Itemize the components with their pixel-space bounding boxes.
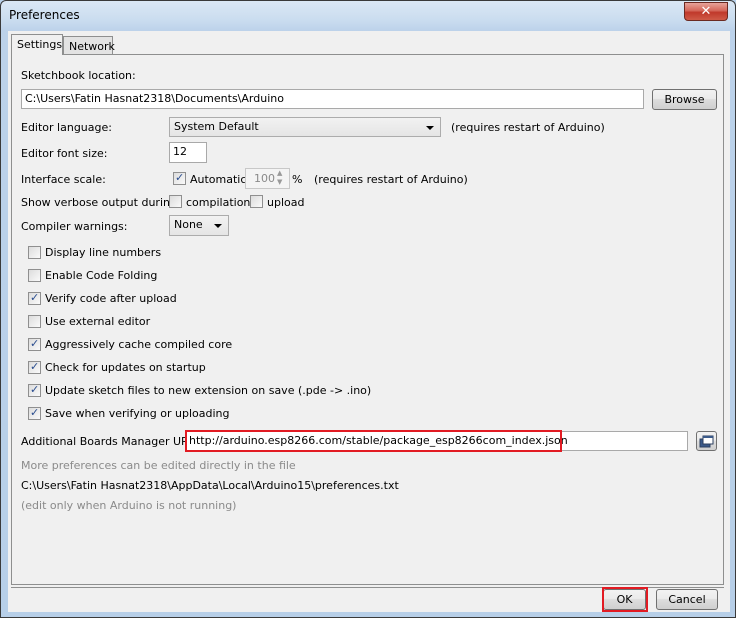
editor-language-note: (requires restart of Arduino) <box>451 121 605 134</box>
editor-language-value: System Default <box>174 120 259 133</box>
interface-scale-automatic-checkbox[interactable] <box>173 171 186 185</box>
editor-font-size-label: Editor font size: <box>21 147 108 160</box>
close-icon: ✕ <box>700 4 712 19</box>
editor-font-size-input[interactable]: 12 <box>169 142 207 163</box>
url-highlight-box <box>185 430 562 452</box>
verbose-output-label: Show verbose output during: <box>21 196 181 209</box>
browse-button[interactable]: Browse <box>652 89 717 110</box>
editor-language-select[interactable]: System Default <box>169 117 441 137</box>
window-stack-icon <box>699 435 714 447</box>
tab-settings-label: Settings <box>17 38 63 51</box>
edit-urls-button[interactable] <box>696 431 717 451</box>
preferences-window: Preferences ✕ Settings Network Sketchboo… <box>0 0 736 618</box>
option-label: Verify code after upload <box>45 292 177 305</box>
interface-scale-value: 100 <box>254 172 275 185</box>
checkbox[interactable] <box>28 291 41 305</box>
ok-highlight-box <box>602 587 648 612</box>
verbose-compilation-checkbox[interactable] <box>169 195 182 208</box>
verbose-compilation-label: compilation <box>186 196 251 209</box>
preferences-file-path: C:\Users\Fatin Hasnat2318\AppData\Local\… <box>21 479 399 492</box>
option-label: Save when verifying or uploading <box>45 407 230 420</box>
editor-language-label: Editor language: <box>21 121 112 134</box>
spinner-down-icon[interactable]: ▼ <box>277 178 282 186</box>
settings-panel: Sketchbook location: C:\Users\Fatin Hasn… <box>11 54 724 585</box>
compiler-warnings-select[interactable]: None <box>169 215 229 236</box>
interface-scale-spinner[interactable]: 100 ▲ ▼ <box>245 168 290 189</box>
compiler-warnings-value: None <box>174 218 203 231</box>
option-label: Aggressively cache compiled core <box>45 338 233 351</box>
window-title: Preferences <box>9 8 80 22</box>
checkbox[interactable] <box>28 406 41 420</box>
boards-manager-urls-label: Additional Boards Manager URLs: <box>21 435 205 448</box>
checkbox[interactable] <box>28 269 41 282</box>
interface-scale-unit: % <box>292 173 303 186</box>
compiler-warnings-label: Compiler warnings: <box>21 220 128 233</box>
option-label: Check for updates on startup <box>45 361 206 374</box>
tab-network[interactable]: Network <box>63 36 115 54</box>
chevron-down-icon <box>214 224 222 228</box>
checkbox[interactable] <box>28 315 41 328</box>
more-preferences-note: More preferences can be edited directly … <box>21 459 296 472</box>
option-label: Enable Code Folding <box>45 269 158 282</box>
spinner-up-icon[interactable]: ▲ <box>277 169 282 177</box>
tab-network-label: Network <box>69 40 115 53</box>
checkbox[interactable] <box>28 360 41 374</box>
dialog-client: Settings Network Sketchbook location: C:… <box>8 31 730 612</box>
interface-scale-label: Interface scale: <box>21 173 106 186</box>
option-label: Use external editor <box>45 315 151 328</box>
sketchbook-location-input[interactable]: C:\Users\Fatin Hasnat2318\Documents\Ardu… <box>21 89 644 109</box>
checkbox[interactable] <box>28 383 41 397</box>
verbose-upload-checkbox[interactable] <box>250 195 263 208</box>
checkbox[interactable] <box>28 246 41 259</box>
checkbox[interactable] <box>28 337 41 351</box>
verbose-upload-label: upload <box>267 196 305 209</box>
tab-settings[interactable]: Settings <box>11 34 63 55</box>
title-bar[interactable]: Preferences ✕ <box>1 1 735 31</box>
interface-scale-automatic-label: Automatic <box>190 173 247 186</box>
sketchbook-label: Sketchbook location: <box>21 69 136 82</box>
close-button[interactable]: ✕ <box>684 2 728 21</box>
option-label: Display line numbers <box>45 246 162 259</box>
interface-scale-note: (requires restart of Arduino) <box>314 173 468 186</box>
chevron-down-icon <box>426 126 434 130</box>
edit-only-note: (edit only when Arduino is not running) <box>21 499 237 512</box>
cancel-button[interactable]: Cancel <box>656 589 718 610</box>
option-label: Update sketch files to new extension on … <box>45 384 372 397</box>
